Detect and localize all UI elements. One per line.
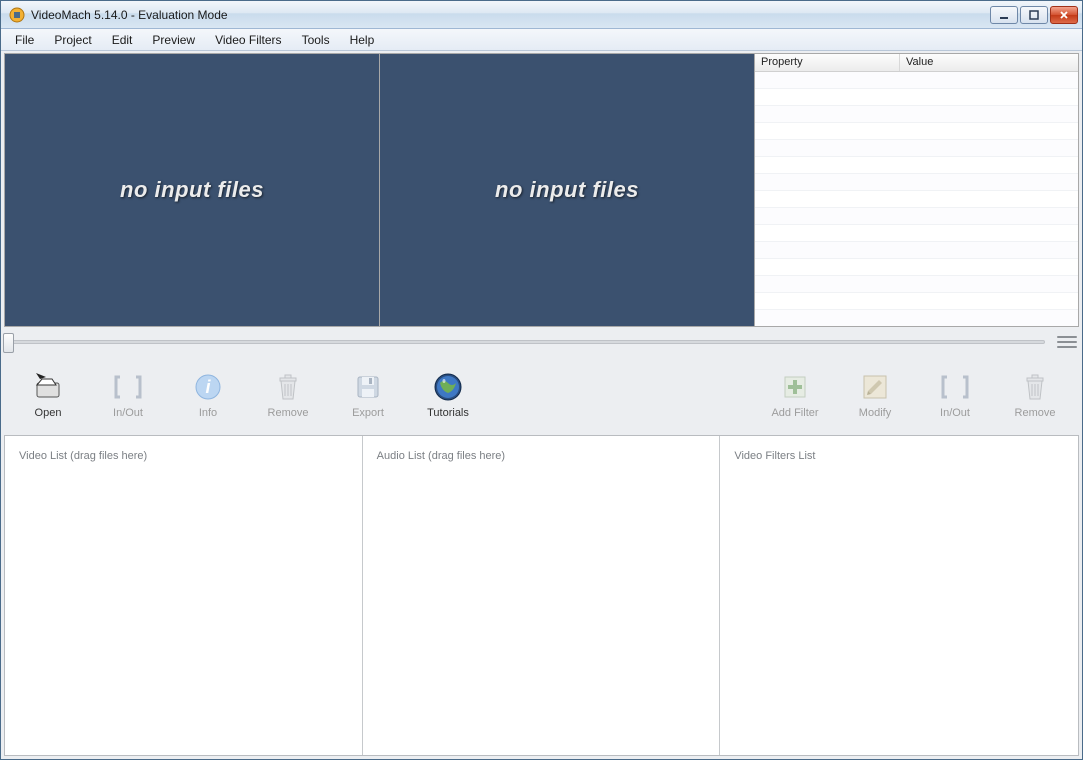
titlebar: VideoMach 5.14.0 - Evaluation Mode — [1, 1, 1082, 29]
properties-row — [755, 174, 1078, 191]
video-filters-list-title: Video Filters List — [734, 450, 1064, 462]
menu-video-filters[interactable]: Video Filters — [205, 31, 291, 49]
preview-pane-left[interactable]: no input files — [5, 54, 380, 326]
properties-row — [755, 140, 1078, 157]
properties-row — [755, 310, 1078, 326]
properties-col-value[interactable]: Value — [900, 54, 1078, 71]
properties-row — [755, 225, 1078, 242]
client-area: no input files no input files Property V… — [1, 51, 1082, 759]
info-icon: i — [192, 371, 224, 403]
toolbar-right-group: Add Filter Modify — [751, 371, 1079, 419]
menu-preview[interactable]: Preview — [142, 31, 205, 49]
timeline-slider-row — [4, 329, 1079, 355]
modify-label: Modify — [859, 407, 891, 419]
modify-button[interactable]: Modify — [849, 371, 901, 419]
properties-row — [755, 157, 1078, 174]
open-button[interactable]: Open — [22, 371, 74, 419]
properties-row — [755, 123, 1078, 140]
add-filter-label: Add Filter — [771, 407, 818, 419]
toolbar-left-group: Open In/Out i — [4, 371, 492, 419]
info-button[interactable]: i Info — [182, 371, 234, 419]
properties-row — [755, 259, 1078, 276]
remove-filter-button[interactable]: Remove — [1009, 371, 1061, 419]
properties-row — [755, 242, 1078, 259]
properties-row — [755, 293, 1078, 310]
add-filter-button[interactable]: Add Filter — [769, 371, 821, 419]
inout-button[interactable]: In/Out — [102, 371, 154, 419]
properties-body[interactable] — [755, 72, 1078, 326]
app-icon — [9, 7, 25, 23]
properties-col-property[interactable]: Property — [755, 54, 900, 71]
properties-header: Property Value — [755, 54, 1078, 72]
open-folder-icon — [32, 371, 64, 403]
preview-pane-right[interactable]: no input files — [380, 54, 755, 326]
trash-icon — [272, 371, 304, 403]
modify-icon — [859, 371, 891, 403]
tutorials-button[interactable]: Tutorials — [422, 371, 474, 419]
inout-filter-label: In/Out — [940, 407, 970, 419]
open-label: Open — [35, 407, 62, 419]
inout-label: In/Out — [113, 407, 143, 419]
export-label: Export — [352, 407, 384, 419]
properties-panel: Property Value — [755, 54, 1078, 326]
properties-row — [755, 72, 1078, 89]
tutorials-label: Tutorials — [427, 407, 469, 419]
trash-icon — [1019, 371, 1051, 403]
window-title: VideoMach 5.14.0 - Evaluation Mode — [31, 8, 228, 22]
properties-row — [755, 89, 1078, 106]
app-window: VideoMach 5.14.0 - Evaluation Mode File … — [0, 0, 1083, 760]
info-label: Info — [199, 407, 217, 419]
preview-row: no input files no input files Property V… — [4, 53, 1079, 327]
remove-label: Remove — [268, 407, 309, 419]
video-list-panel[interactable]: Video List (drag files here) — [5, 436, 363, 755]
menubar: File Project Edit Preview Video Filters … — [1, 29, 1082, 51]
menu-file[interactable]: File — [5, 31, 44, 49]
maximize-button[interactable] — [1020, 6, 1048, 24]
export-button[interactable]: Export — [342, 371, 394, 419]
properties-row — [755, 276, 1078, 293]
lists-row: Video List (drag files here) Audio List … — [4, 435, 1079, 756]
audio-list-title: Audio List (drag files here) — [377, 450, 706, 462]
menu-edit[interactable]: Edit — [102, 31, 143, 49]
toolbar: Open In/Out i — [4, 359, 1079, 431]
timeline-slider[interactable] — [4, 340, 1045, 344]
inout-bracket-icon — [939, 371, 971, 403]
menu-tools[interactable]: Tools — [292, 31, 340, 49]
timeline-menu-icon[interactable] — [1055, 333, 1079, 351]
properties-row — [755, 191, 1078, 208]
inout-bracket-icon — [112, 371, 144, 403]
remove-button[interactable]: Remove — [262, 371, 314, 419]
video-list-title: Video List (drag files here) — [19, 450, 348, 462]
window-controls — [990, 6, 1078, 24]
timeline-slider-thumb[interactable] — [3, 333, 14, 353]
video-filters-list-panel[interactable]: Video Filters List — [720, 436, 1078, 755]
properties-row — [755, 208, 1078, 225]
remove-filter-label: Remove — [1015, 407, 1056, 419]
minimize-button[interactable] — [990, 6, 1018, 24]
globe-icon — [432, 371, 464, 403]
add-filter-icon — [779, 371, 811, 403]
properties-row — [755, 106, 1078, 123]
preview-left-placeholder: no input files — [120, 177, 264, 203]
preview-right-placeholder: no input files — [495, 177, 639, 203]
menu-project[interactable]: Project — [44, 31, 101, 49]
inout-filter-button[interactable]: In/Out — [929, 371, 981, 419]
audio-list-panel[interactable]: Audio List (drag files here) — [363, 436, 721, 755]
close-button[interactable] — [1050, 6, 1078, 24]
save-icon — [352, 371, 384, 403]
menu-help[interactable]: Help — [340, 31, 385, 49]
